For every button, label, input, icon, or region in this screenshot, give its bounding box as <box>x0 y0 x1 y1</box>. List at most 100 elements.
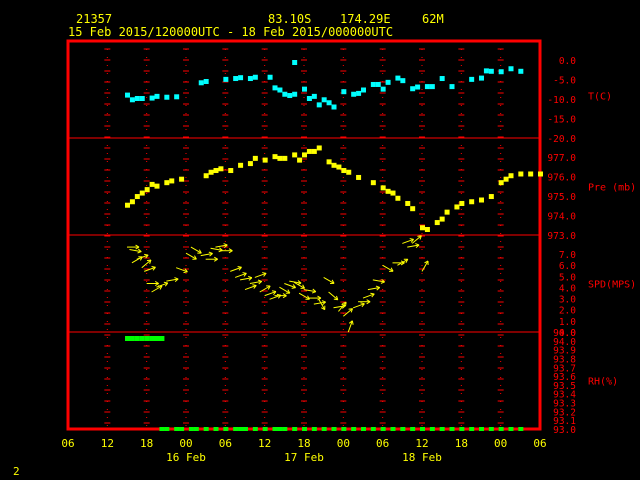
x-tick-label: 06 <box>376 437 389 450</box>
data-point <box>410 206 416 212</box>
data-point <box>169 178 175 184</box>
data-point <box>498 180 504 186</box>
data-point <box>331 104 337 110</box>
y-tick-label: 3.0 <box>559 295 576 306</box>
data-point <box>139 190 145 196</box>
data-point <box>198 80 204 86</box>
data-point <box>164 427 170 431</box>
data-point <box>277 87 283 93</box>
wind-arrow <box>127 244 140 250</box>
data-point <box>213 427 219 431</box>
data-point <box>262 427 268 431</box>
data-point <box>208 169 214 175</box>
data-point <box>218 166 224 172</box>
data-point <box>459 200 465 206</box>
data-point <box>129 97 135 103</box>
data-point <box>311 93 317 99</box>
data-point <box>498 69 504 75</box>
data-point <box>331 427 337 431</box>
data-point <box>370 427 376 431</box>
wind-arrow <box>200 251 213 257</box>
y-tick-label: 977.0 <box>547 153 576 164</box>
data-point <box>144 187 150 193</box>
data-point <box>297 157 303 163</box>
y-tick-label: 6.0 <box>559 261 576 272</box>
data-point <box>247 76 253 82</box>
data-point <box>139 96 145 101</box>
data-point <box>134 336 140 341</box>
wind-arrow <box>298 292 310 300</box>
wind-arrow <box>372 278 385 284</box>
wind-arrow <box>318 299 326 311</box>
data-point <box>390 190 396 196</box>
data-point <box>351 427 357 431</box>
wind-arrow <box>352 302 365 309</box>
data-point <box>469 199 475 205</box>
data-point <box>292 60 298 65</box>
data-point <box>252 427 258 431</box>
wind-arrow <box>244 284 257 291</box>
data-point <box>287 93 293 99</box>
y-tick-label: 1.0 <box>559 317 576 328</box>
wind-arrow <box>328 291 339 301</box>
data-point <box>306 96 312 101</box>
data-point <box>518 171 524 177</box>
data-point <box>154 93 160 99</box>
y-tick-label: 973.0 <box>547 231 576 242</box>
data-point <box>356 174 362 180</box>
data-point <box>449 427 455 431</box>
data-point <box>243 427 248 431</box>
data-point <box>159 336 165 341</box>
data-point <box>174 94 180 100</box>
data-point <box>479 75 484 81</box>
wind-arrow <box>323 276 335 285</box>
wind-arrow <box>402 238 414 244</box>
data-point <box>252 74 258 80</box>
data-point <box>380 427 386 431</box>
wind-arrow <box>279 286 291 294</box>
x-date-label: 18 Feb <box>402 451 442 464</box>
x-tick-label: 12 <box>415 437 428 450</box>
data-point <box>282 91 288 97</box>
data-point <box>213 168 219 174</box>
data-point <box>351 91 357 97</box>
data-point <box>370 81 376 87</box>
data-point <box>503 176 509 182</box>
data-point <box>134 194 140 200</box>
wind-arrow <box>407 243 420 248</box>
wind-arrow <box>220 248 233 254</box>
wind-arrow <box>382 264 394 272</box>
y-axis-label: Pre (mb) <box>588 183 636 194</box>
wind-arrow <box>166 277 179 282</box>
data-point <box>311 427 317 431</box>
data-point <box>228 168 234 174</box>
y-tick-label: 974.0 <box>547 212 576 223</box>
wind-arrow <box>234 272 247 278</box>
data-point <box>508 173 514 179</box>
data-point <box>238 162 244 168</box>
data-point <box>223 427 229 431</box>
data-point <box>316 145 322 151</box>
wind-arrow <box>254 272 267 278</box>
data-point <box>415 84 421 90</box>
data-point <box>277 155 283 161</box>
wind-arrow <box>146 281 159 286</box>
x-tick-label: 18 <box>297 437 310 450</box>
data-point <box>439 76 445 82</box>
wind-arrow <box>141 259 152 269</box>
wind-arrow <box>264 290 277 297</box>
y-tick-label: 2.0 <box>559 306 576 317</box>
data-point <box>420 225 425 231</box>
data-point <box>238 75 244 81</box>
data-point <box>498 427 504 431</box>
data-point <box>429 427 435 431</box>
data-point <box>454 204 460 210</box>
y-axis-label: T(C) <box>588 92 612 103</box>
x-tick-label: 06 <box>533 437 546 450</box>
y-tick-label: -10.0 <box>547 95 576 106</box>
data-point <box>203 427 209 431</box>
data-point <box>203 79 209 84</box>
wind-arrow <box>249 279 263 285</box>
data-point <box>346 169 352 175</box>
data-point <box>424 84 430 90</box>
